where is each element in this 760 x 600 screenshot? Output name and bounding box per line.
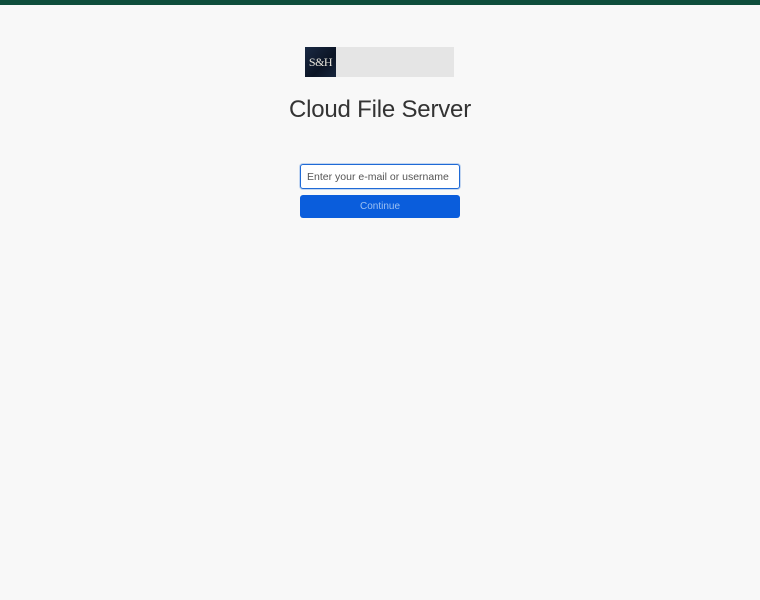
company-logo: S&H — [305, 47, 454, 77]
page-title: Cloud File Server — [288, 96, 471, 123]
login-form: Continue — [300, 164, 460, 218]
logo-mark: S&H — [305, 47, 336, 77]
logo-banner — [336, 47, 454, 77]
top-accent-bar — [0, 0, 760, 5]
email-username-input[interactable] — [300, 164, 460, 189]
continue-button[interactable]: Continue — [300, 195, 460, 218]
